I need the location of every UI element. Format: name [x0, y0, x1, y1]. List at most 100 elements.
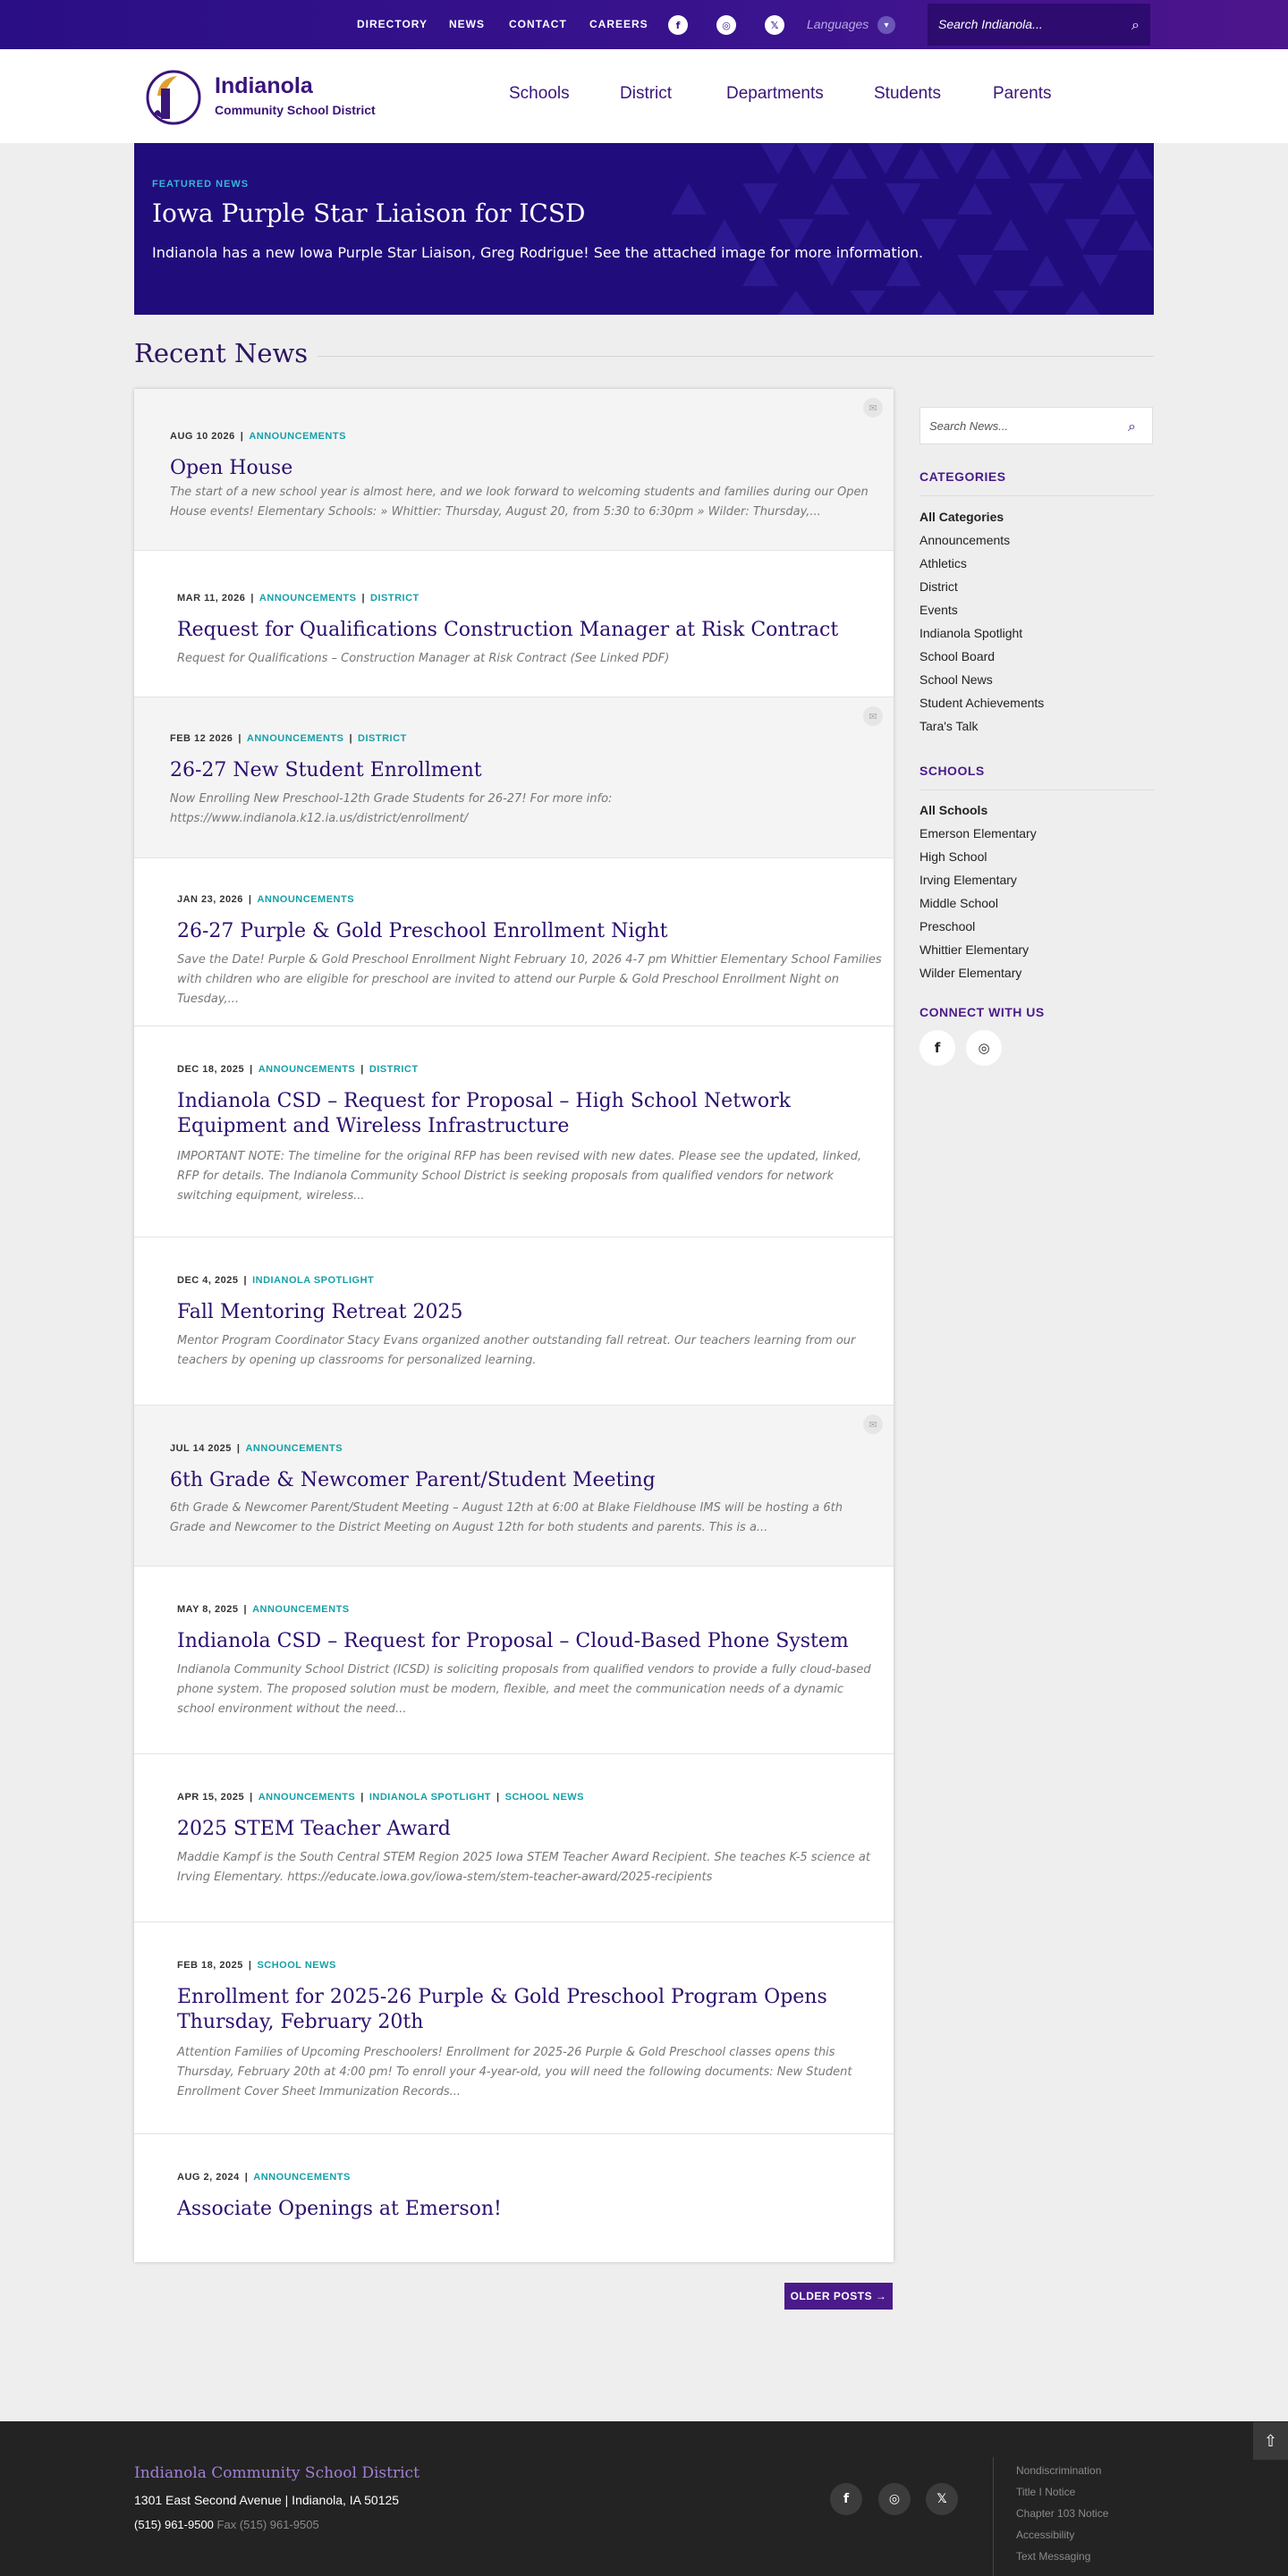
sidebar-category-link[interactable]: Athletics	[919, 556, 967, 570]
post-category-link[interactable]: ANNOUNCEMENTS	[249, 431, 346, 442]
featured-news-banner[interactable]: FEATURED NEWS Iowa Purple Star Liaison f…	[134, 143, 1154, 315]
news-post[interactable]: AUG 2, 2024 | ANNOUNCEMENTS Associate Openi…	[134, 2134, 894, 2262]
post-category-link[interactable]: ANNOUNCEMENTS	[247, 733, 344, 744]
news-post[interactable]: FEB 18, 2025 | SCHOOL NEWS Enrollment for 2…	[134, 1922, 894, 2134]
sidebar-category-link[interactable]: School Board	[919, 649, 995, 663]
sidebar-category-link[interactable]: Tara's Talk	[919, 719, 978, 733]
post-category-link[interactable]: DISTRICT	[369, 1064, 419, 1075]
news-post[interactable]: MAR 11, 2026 | ANNOUNCEMENTS | DISTRICT Reque…	[134, 551, 894, 697]
sidebar-school-link[interactable]: Irving Elementary	[919, 873, 1017, 887]
news-post[interactable]: JAN 23, 2026 | ANNOUNCEMENTS 26-27 Purple &…	[134, 858, 894, 1026]
nav-departments[interactable]: Departments	[726, 84, 824, 104]
sidebar-school-link[interactable]: All Schools	[919, 803, 987, 817]
meta-separator: |	[360, 1792, 364, 1803]
meta-separator: |	[250, 1792, 253, 1803]
footer-link[interactable]: Accessibility	[1016, 2529, 1074, 2541]
post-category-link[interactable]: DISTRICT	[370, 593, 419, 604]
news-post[interactable]: ✉ JUL 14 2025 | ANNOUNCEMENTS 6th Grade & Ne…	[134, 1406, 894, 1567]
sidebar-category-link[interactable]: Student Achievements	[919, 696, 1044, 710]
news-post[interactable]: ✉ AUG 10 2026 | ANNOUNCEMENTS Open House The …	[134, 389, 894, 551]
district-logo[interactable]	[141, 69, 206, 126]
topbar-link-news[interactable]: NEWS	[449, 18, 485, 30]
post-category-link[interactable]: INDIANOLA SPOTLIGHT	[252, 1275, 374, 1286]
site-search-input[interactable]: Search Indianola... ⌕	[928, 4, 1150, 46]
post-category-link[interactable]: ANNOUNCEMENTS	[259, 593, 357, 604]
footer-divider	[993, 2457, 994, 2576]
meta-separator: |	[250, 593, 254, 604]
nav-students[interactable]: Students	[874, 84, 941, 104]
footer-phone[interactable]: (515) 961-9500	[134, 2518, 214, 2531]
post-title[interactable]: 6th Grade & Newcomer Parent/Student Meet…	[170, 1468, 868, 1493]
news-post[interactable]: DEC 4, 2025 | INDIANOLA SPOTLIGHT Fall Ment…	[134, 1237, 894, 1406]
sidebar-school-link[interactable]: Emerson Elementary	[919, 826, 1037, 840]
post-category-link[interactable]: ANNOUNCEMENTS	[257, 894, 354, 905]
news-post[interactable]: APR 15, 2025 | ANNOUNCEMENTS | INDIANOLA SPO…	[134, 1754, 894, 1922]
nav-parents[interactable]: Parents	[993, 84, 1051, 104]
post-category-link[interactable]: ANNOUNCEMENTS	[245, 1443, 343, 1454]
post-title[interactable]: Enrollment for 2025-26 Purple & Gold Pre…	[177, 1985, 875, 2035]
news-post[interactable]: MAY 8, 2025 | ANNOUNCEMENTS Indianola CSD –…	[134, 1567, 894, 1754]
footer-link[interactable]: Text Messaging	[1016, 2550, 1090, 2563]
search-icon[interactable]: ⌕	[1128, 418, 1136, 435]
search-icon[interactable]: ⌕	[1131, 16, 1140, 34]
nav-schools[interactable]: Schools	[509, 84, 570, 104]
topbar-link-contact[interactable]: CONTACT	[509, 18, 567, 30]
footer-link[interactable]: Title I Notice	[1016, 2486, 1075, 2498]
sidebar-category-link[interactable]: District	[919, 579, 958, 594]
post-title[interactable]: Indianola CSD – Request for Proposal – H…	[177, 1089, 875, 1139]
facebook-icon[interactable]: f	[919, 1030, 955, 1066]
post-title[interactable]: Associate Openings at Emerson!	[177, 2197, 875, 2222]
footer-link[interactable]: Chapter 103 Notice	[1016, 2507, 1108, 2520]
sidebar-school-link[interactable]: Middle School	[919, 896, 998, 910]
sidebar-category-link[interactable]: Indianola Spotlight	[919, 626, 1022, 640]
topbar-link-careers[interactable]: CAREERS	[589, 18, 648, 30]
languages-label[interactable]: Languages	[807, 17, 869, 31]
footer-link[interactable]: Nondiscrimination	[1016, 2464, 1101, 2477]
post-category-link[interactable]: ANNOUNCEMENTS	[252, 1604, 350, 1615]
topbar-link-directory[interactable]: DIRECTORY	[357, 18, 428, 30]
post-title[interactable]: 26-27 New Student Enrollment	[170, 758, 868, 783]
brand-name[interactable]: Indianola	[215, 73, 313, 99]
meta-separator: |	[243, 1275, 248, 1286]
sidebar-category-link[interactable]: Events	[919, 603, 958, 617]
post-title[interactable]: 2025 STEM Teacher Award	[177, 1817, 875, 1842]
sidebar-school-link[interactable]: Whittier Elementary	[919, 942, 1029, 957]
facebook-icon[interactable]: f	[668, 15, 688, 35]
post-category-link[interactable]: ANNOUNCEMENTS	[258, 1064, 356, 1075]
news-post[interactable]: DEC 18, 2025 | ANNOUNCEMENTS | DISTRICT India…	[134, 1026, 894, 1237]
post-category-link[interactable]: ANNOUNCEMENTS	[253, 2172, 351, 2183]
sidebar-category-link[interactable]: All Categories	[919, 510, 1004, 524]
chevron-down-icon[interactable]: ▾	[877, 16, 895, 34]
top-utility-bar: DIRECTORY NEWS CONTACT CAREERS f ◎ 𝕏 Lan…	[0, 0, 1288, 49]
post-excerpt: Mentor Program Coordinator Stacy Evans o…	[177, 1334, 856, 1367]
sidebar-school-link[interactable]: Wilder Elementary	[919, 966, 1021, 980]
post-category-link[interactable]: INDIANOLA SPOTLIGHT	[369, 1792, 491, 1803]
instagram-icon[interactable]: ◎	[878, 2483, 911, 2515]
post-category-link[interactable]: ANNOUNCEMENTS	[258, 1792, 356, 1803]
sidebar-category-link[interactable]: School News	[919, 672, 993, 687]
post-title[interactable]: 26-27 Purple & Gold Preschool Enrollment…	[177, 919, 875, 944]
sidebar-school-link[interactable]: Preschool	[919, 919, 975, 933]
post-title[interactable]: Indianola CSD – Request for Proposal – C…	[177, 1629, 875, 1654]
nav-district[interactable]: District	[620, 84, 672, 104]
featured-news-title[interactable]: Iowa Purple Star Liaison for ICSD	[152, 198, 585, 228]
back-to-top-icon[interactable]: ⇧	[1253, 2422, 1288, 2460]
news-post[interactable]: ✉ FEB 12 2026 | ANNOUNCEMENTS | DISTRICT 26-27…	[134, 697, 894, 858]
post-category-link[interactable]: DISTRICT	[358, 733, 407, 744]
post-title[interactable]: Fall Mentoring Retreat 2025	[177, 1300, 875, 1325]
brand-subtitle[interactable]: Community School District	[215, 103, 376, 117]
sidebar-category-link[interactable]: Announcements	[919, 533, 1010, 547]
news-search-input[interactable]: Search News... ⌕	[919, 407, 1153, 444]
post-title[interactable]: Request for Qualifications Construction …	[177, 618, 875, 643]
sidebar-school-link[interactable]: High School	[919, 849, 987, 864]
instagram-icon[interactable]: ◎	[966, 1030, 1002, 1066]
instagram-icon[interactable]: ◎	[716, 15, 736, 35]
post-title[interactable]: Open House	[170, 456, 868, 481]
x-twitter-icon[interactable]: 𝕏	[765, 15, 784, 35]
post-category-link[interactable]: SCHOOL NEWS	[257, 1960, 335, 1971]
footer-district-name[interactable]: Indianola Community School District	[134, 2464, 419, 2482]
older-posts-button[interactable]: OLDER POSTS →	[784, 2283, 893, 2310]
x-twitter-icon[interactable]: 𝕏	[926, 2483, 958, 2515]
facebook-icon[interactable]: f	[830, 2483, 862, 2515]
post-category-link[interactable]: SCHOOL NEWS	[505, 1792, 584, 1803]
